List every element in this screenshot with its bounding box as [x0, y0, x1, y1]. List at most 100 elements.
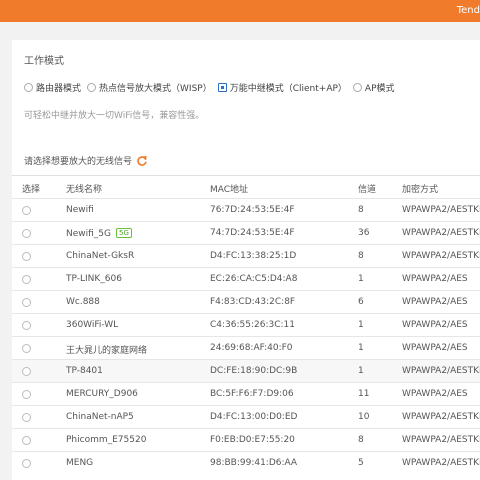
- refresh-icon[interactable]: [136, 155, 148, 167]
- table-row[interactable]: 360WiFi-WL C4:36:55:26:3C:11 1 WPAWPA2/AES: [12, 313, 480, 336]
- ssid-text: MENG: [66, 458, 94, 468]
- mode-hint: 可轻松中继并放大一切WiFi信号，兼容性强。: [24, 111, 205, 121]
- channel-cell: 5: [358, 458, 364, 468]
- table-row[interactable]: Wc.888 F4:83:CD:43:2C:8F 6 WPAWPA2/AES: [12, 290, 480, 313]
- table-row[interactable]: MERCURY_D906 BC:5F:F6:F7:D9:06 11 WPAWPA2/A…: [12, 382, 480, 405]
- header-mac: MAC地址: [210, 185, 249, 195]
- top-bar: Tend: [0, 0, 480, 22]
- channel-cell: 10: [358, 412, 370, 422]
- select-radio[interactable]: [22, 367, 31, 376]
- security-cell: WPAWPA2/AES: [402, 297, 468, 307]
- channel-cell: 8: [358, 435, 364, 445]
- channel-cell: 1: [358, 343, 364, 353]
- brand-text: Tend: [456, 5, 480, 16]
- ssid-text: Newifi: [66, 205, 94, 215]
- ssid-cell: TP-LINK_606: [66, 274, 122, 284]
- mac-cell: D4:FC:13:38:25:1D: [210, 251, 297, 261]
- ssid-cell: TP-8401: [66, 366, 103, 376]
- ssid-text: Phicomm_E75520: [66, 435, 147, 445]
- ssid-text: 王大晁儿的家庭网络: [66, 346, 148, 356]
- mac-cell: D4:FC:13:00:D0:ED: [210, 412, 298, 422]
- channel-cell: 6: [358, 297, 364, 307]
- ssid-cell: ChinaNet-nAP5: [66, 412, 134, 422]
- security-cell: WPAWPA2/AESTKI: [402, 366, 480, 376]
- select-radio[interactable]: [22, 252, 31, 261]
- channel-cell: 11: [358, 389, 370, 399]
- table-body: Newifi 76:7D:24:53:5E:4F 8 WPAWPA2/AESTKI Ne…: [12, 198, 480, 474]
- ssid-cell: Phicomm_E75520: [66, 435, 146, 445]
- mode-option-ap[interactable]: AP模式: [352, 81, 395, 94]
- checked-checkbox-icon[interactable]: [217, 82, 227, 92]
- table-header-row: 选择 无线名称 MAC地址 信道 加密方式: [12, 175, 480, 198]
- ssid-text: ChinaNet-nAP5: [66, 412, 134, 422]
- radio-icon[interactable]: [352, 82, 362, 92]
- channel-cell: 1: [358, 320, 364, 330]
- scan-title-text: 请选择想要放大的无线信号: [24, 157, 133, 167]
- table-row[interactable]: Newifi 76:7D:24:53:5E:4F 8 WPAWPA2/AESTKI: [12, 198, 480, 221]
- ssid-cell: Newifi_5G 5G: [66, 228, 132, 239]
- channel-cell: 8: [358, 205, 364, 215]
- select-radio[interactable]: [22, 459, 31, 468]
- select-radio[interactable]: [22, 229, 31, 238]
- table-row[interactable]: Phicomm_E75520 F0:EB:D0:E7:55:20 8 WPAWPA2/…: [12, 428, 480, 451]
- security-cell: WPAWPA2/AESTKI: [402, 458, 480, 468]
- mode-option-router[interactable]: 路由器模式: [24, 81, 81, 94]
- table-row[interactable]: 王大晁儿的家庭网络 24:69:68:AF:40:F0 1 WPAWPA2/AES: [12, 336, 480, 359]
- table-row[interactable]: ChinaNet-nAP5 D4:FC:13:00:D0:ED 10 WPAWPA2/…: [12, 405, 480, 428]
- channel-cell: 1: [358, 366, 364, 376]
- ssid-cell: 王大晁儿的家庭网络: [66, 343, 147, 356]
- security-cell: WPAWPA2/AES: [402, 320, 468, 330]
- table-row[interactable]: TP-8401 DC:FE:18:90:DC:9B 1 WPAWPA2/AESTKI: [12, 359, 480, 382]
- select-radio[interactable]: [22, 413, 31, 422]
- mode-option-label: 路由器模式: [36, 83, 82, 94]
- ssid-text: MERCURY_D906: [66, 389, 138, 399]
- channel-cell: 1: [358, 274, 364, 284]
- security-cell: WPAWPA2/AESTKI: [402, 251, 480, 261]
- select-radio[interactable]: [22, 321, 31, 330]
- channel-cell: 36: [358, 228, 370, 238]
- select-radio[interactable]: [22, 275, 31, 284]
- mac-cell: F0:EB:D0:E7:55:20: [210, 435, 295, 445]
- radio-icon[interactable]: [24, 82, 33, 92]
- security-cell: WPAWPA2/AES: [402, 274, 468, 284]
- table-row[interactable]: ChinaNet-GksR D4:FC:13:38:25:1D 8 WPAWPA2/A…: [12, 244, 480, 267]
- mac-cell: 76:7D:24:53:5E:4F: [210, 205, 295, 215]
- security-cell: WPAWPA2/AES: [402, 389, 468, 399]
- select-radio[interactable]: [22, 390, 31, 399]
- security-cell: WPAWPA2/AESTKI: [402, 435, 480, 445]
- radio-icon[interactable]: [87, 82, 97, 92]
- mac-cell: DC:FE:18:90:DC:9B: [210, 366, 298, 376]
- select-radio[interactable]: [22, 436, 31, 445]
- band-badge: 5G: [116, 228, 132, 238]
- mode-option-client-ap[interactable]: 万能中继模式（Client+AP）: [217, 81, 347, 94]
- header-channel: 信道: [358, 185, 377, 195]
- header-security: 加密方式: [402, 185, 439, 195]
- content-panel: 工作模式 路由器模式 热点信号放大模式（WISP） 万能中继模式（Client+…: [12, 40, 480, 480]
- mac-cell: BC:5F:F6:F7:D9:06: [210, 389, 294, 399]
- ssid-cell: 360WiFi-WL: [66, 320, 118, 330]
- ssid-cell: Newifi: [66, 205, 94, 215]
- work-mode-title: 工作模式: [24, 56, 64, 67]
- mode-option-label: AP模式: [364, 83, 395, 94]
- table-row[interactable]: MENG 98:BB:99:41:D6:AA 5 WPAWPA2/AESTKI: [12, 451, 480, 474]
- ssid-text: TP-LINK_606: [66, 274, 122, 284]
- ssid-text: TP-8401: [66, 366, 103, 376]
- mode-option-label: 热点信号放大模式（WISP）: [99, 83, 212, 94]
- ssid-text: ChinaNet-GksR: [66, 251, 135, 261]
- select-radio[interactable]: [22, 344, 31, 353]
- ssid-cell: Wc.888: [66, 297, 100, 307]
- table-row[interactable]: Newifi_5G 5G 74:7D:24:53:5E:4F 36 WPAWPA2/AE…: [12, 221, 480, 244]
- ssid-cell: MERCURY_D906: [66, 389, 138, 399]
- select-radio[interactable]: [22, 206, 31, 215]
- ssid-text: Newifi_5G: [66, 229, 111, 239]
- select-radio[interactable]: [22, 298, 31, 307]
- security-cell: WPAWPA2/AESTKI: [402, 412, 480, 422]
- mode-option-wisp[interactable]: 热点信号放大模式（WISP）: [87, 81, 212, 94]
- security-cell: WPAWPA2/AESTKI: [402, 205, 480, 215]
- mac-cell: F4:83:CD:43:2C:8F: [210, 297, 296, 307]
- ssid-cell: MENG: [66, 458, 93, 468]
- header-select: 选择: [22, 185, 41, 195]
- mode-option-label: 万能中继模式（Client+AP）: [229, 83, 347, 94]
- table-row[interactable]: TP-LINK_606 EC:26:CA:C5:D4:A8 1 WPAWPA2/AES: [12, 267, 480, 290]
- work-mode-options: 路由器模式 热点信号放大模式（WISP） 万能中继模式（Client+AP） A…: [24, 80, 401, 94]
